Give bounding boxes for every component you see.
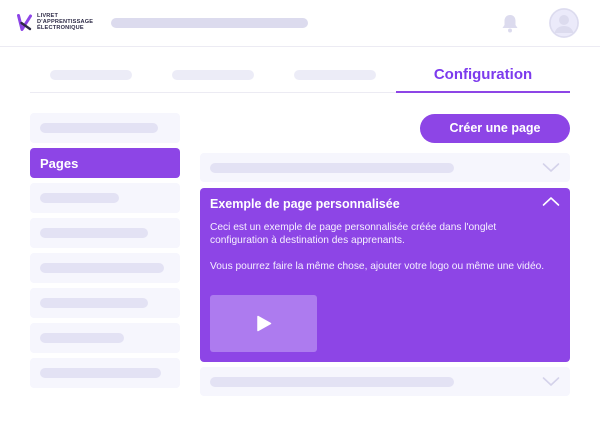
app-header: LIVRET D'APPRENTISSAGE ÉLECTRONIQUE [0,0,600,47]
logo-line-3: ÉLECTRONIQUE [37,25,84,32]
accordion-title[interactable]: Exemple de page personnalisée [210,197,400,211]
sidebar-item-label: Pages [40,156,79,171]
accordion-paragraph-1: Ceci est un exemple de page personnalisé… [210,222,497,246]
sidebar-item-label-placeholder [40,193,119,203]
tab-bar: Configuration [30,58,570,93]
chevron-down-icon [542,377,560,386]
tab-placeholder-1[interactable] [50,70,132,80]
user-avatar-icon[interactable] [549,8,579,38]
tab-placeholder-2[interactable] [172,70,254,80]
create-page-button[interactable]: Créer une page [420,114,570,143]
sidebar-item-placeholder[interactable] [30,113,180,143]
accordion-item-collapsed[interactable] [200,367,570,396]
sidebar-item-placeholder[interactable] [30,288,180,318]
sidebar-item-placeholder[interactable] [30,218,180,248]
bell-icon[interactable] [499,12,521,39]
app-logo[interactable]: LIVRET D'APPRENTISSAGE ÉLECTRONIQUE [17,13,93,32]
logo-text: LIVRET D'APPRENTISSAGE ÉLECTRONIQUE [37,13,93,32]
chevron-down-icon [542,163,560,172]
sidebar-item-placeholder[interactable] [30,183,180,213]
k-logo-icon [17,13,32,31]
sidebar-item-placeholder[interactable] [30,253,180,283]
accordion-paragraph-2: Vous pourrez faire la même chose, ajoute… [210,261,545,272]
header-search-placeholder[interactable] [111,18,308,28]
tab-placeholder-3[interactable] [294,70,376,80]
accordion-title-placeholder [210,377,454,387]
accordion-item-expanded: Exemple de page personnalisée Ceci est u… [200,188,570,362]
accordion-title-placeholder [210,163,454,173]
sidebar-item-label-placeholder [40,333,124,343]
sidebar-item-label-placeholder [40,298,148,308]
sidebar-item-label-placeholder [40,123,158,133]
play-icon [257,315,272,332]
chevron-up-icon[interactable] [542,196,560,207]
sidebar-item-placeholder[interactable] [30,323,180,353]
sidebar-item-label-placeholder [40,263,164,273]
sidebar-item-pages[interactable]: Pages [30,148,180,178]
sidebar-item-placeholder[interactable] [30,358,180,388]
tab-configuration-label: Configuration [433,66,533,83]
sidebar-item-label-placeholder [40,228,148,238]
tab-configuration[interactable]: Configuration [396,58,570,93]
video-thumbnail[interactable] [210,295,317,352]
sidebar-item-label-placeholder [40,368,161,378]
accordion-item-collapsed[interactable] [200,153,570,182]
